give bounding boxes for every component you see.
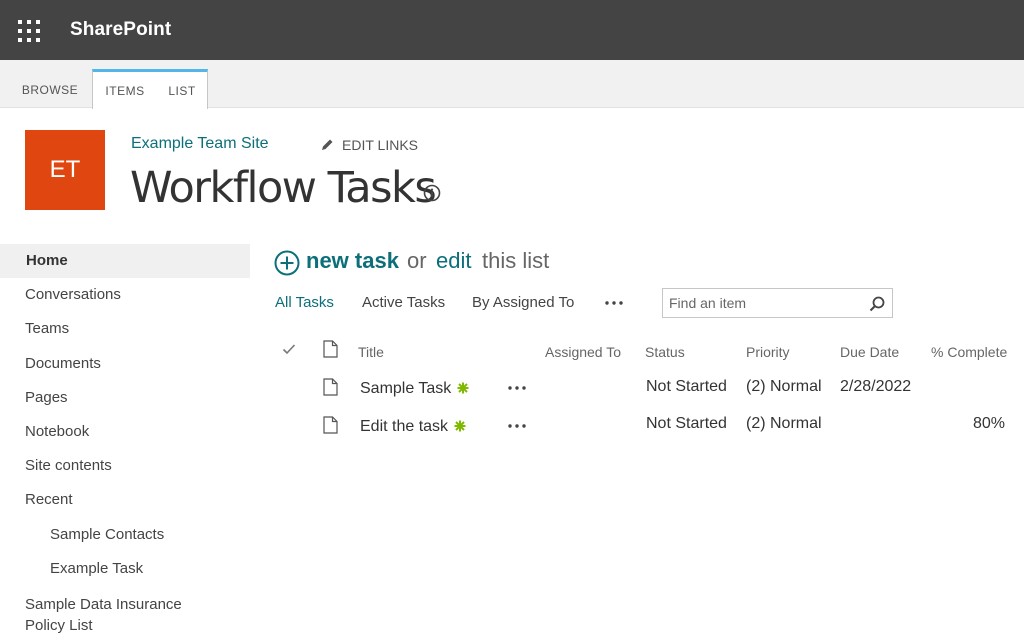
search-box bbox=[662, 288, 893, 318]
suite-bar: SharePoint bbox=[0, 0, 1024, 60]
select-all-check-icon[interactable] bbox=[282, 343, 296, 355]
nav-item-site-contents[interactable]: Site contents bbox=[0, 449, 250, 483]
nav-item-sample-contacts[interactable]: Sample Contacts bbox=[0, 518, 250, 552]
nav-item-home[interactable]: Home bbox=[0, 244, 250, 278]
site-name-link[interactable]: Example Team Site bbox=[131, 135, 269, 153]
new-item-icon bbox=[457, 382, 469, 394]
nav-item-documents[interactable]: Documents bbox=[0, 347, 250, 381]
column-header-title[interactable]: Title bbox=[358, 344, 384, 360]
nav-item-pages[interactable]: Pages bbox=[0, 381, 250, 415]
info-icon[interactable] bbox=[423, 184, 441, 202]
nav-item-sample-data-insurance[interactable]: Sample Data Insurance Policy List bbox=[0, 586, 200, 636]
sharepoint-brand[interactable]: SharePoint bbox=[70, 19, 171, 41]
document-icon bbox=[323, 378, 338, 396]
priority-cell: (2) Normal bbox=[746, 415, 822, 433]
task-title: Sample Task bbox=[360, 380, 451, 397]
hero-this-list-text: this list bbox=[482, 248, 549, 274]
edit-links-label: EDIT LINKS bbox=[342, 137, 418, 153]
pencil-icon bbox=[320, 138, 334, 152]
due-date-cell: 2/28/2022 bbox=[840, 378, 911, 396]
tab-browse[interactable]: BROWSE bbox=[14, 70, 86, 108]
item-menu-icon[interactable] bbox=[507, 419, 527, 433]
tab-items[interactable]: ITEMS bbox=[92, 69, 158, 109]
edit-list-link[interactable]: edit bbox=[436, 248, 471, 274]
view-all-tasks[interactable]: All Tasks bbox=[275, 294, 334, 311]
new-task-link[interactable]: new task bbox=[306, 248, 399, 274]
column-header-percent-complete[interactable]: % Complete bbox=[931, 344, 1007, 360]
task-title: Edit the task bbox=[360, 418, 448, 435]
priority-cell: (2) Normal bbox=[746, 378, 822, 396]
status-cell: Not Started bbox=[646, 378, 727, 396]
task-title-link[interactable]: Edit the task bbox=[360, 418, 466, 436]
site-logo[interactable]: ET bbox=[25, 130, 105, 210]
task-title-link[interactable]: Sample Task bbox=[360, 380, 469, 398]
nav-item-recent[interactable]: Recent bbox=[0, 483, 250, 517]
nav-item-notebook[interactable]: Notebook bbox=[0, 415, 250, 449]
view-active-tasks[interactable]: Active Tasks bbox=[362, 294, 445, 311]
column-header-priority[interactable]: Priority bbox=[746, 344, 790, 360]
document-icon bbox=[323, 416, 338, 434]
ribbon: BROWSE ITEMS LIST bbox=[0, 60, 1024, 108]
column-header-assigned-to[interactable]: Assigned To bbox=[545, 344, 621, 360]
column-header-due-date[interactable]: Due Date bbox=[840, 344, 899, 360]
search-input[interactable] bbox=[663, 289, 863, 317]
waffle-icon[interactable] bbox=[18, 20, 40, 42]
more-views-icon[interactable] bbox=[604, 296, 624, 310]
nav-item-teams[interactable]: Teams bbox=[0, 312, 250, 346]
edit-links-button[interactable]: EDIT LINKS bbox=[320, 137, 418, 153]
new-item-icon bbox=[454, 420, 466, 432]
nav-item-conversations[interactable]: Conversations bbox=[0, 278, 250, 312]
nav-item-example-task[interactable]: Example Task bbox=[0, 552, 250, 586]
view-by-assigned-to[interactable]: By Assigned To bbox=[472, 294, 574, 311]
item-menu-icon[interactable] bbox=[507, 381, 527, 395]
tab-list[interactable]: LIST bbox=[157, 69, 208, 109]
page-title: Workflow Tasks bbox=[130, 163, 435, 213]
column-header-status[interactable]: Status bbox=[645, 344, 685, 360]
add-circle-icon[interactable] bbox=[274, 250, 300, 276]
search-icon[interactable] bbox=[868, 295, 886, 313]
quick-launch-nav: Home Conversations Teams Documents Pages… bbox=[0, 244, 250, 636]
status-cell: Not Started bbox=[646, 415, 727, 433]
hero-or-text: or bbox=[407, 248, 427, 274]
document-type-header-icon bbox=[323, 340, 338, 358]
percent-complete-cell: 80% bbox=[973, 415, 1005, 433]
